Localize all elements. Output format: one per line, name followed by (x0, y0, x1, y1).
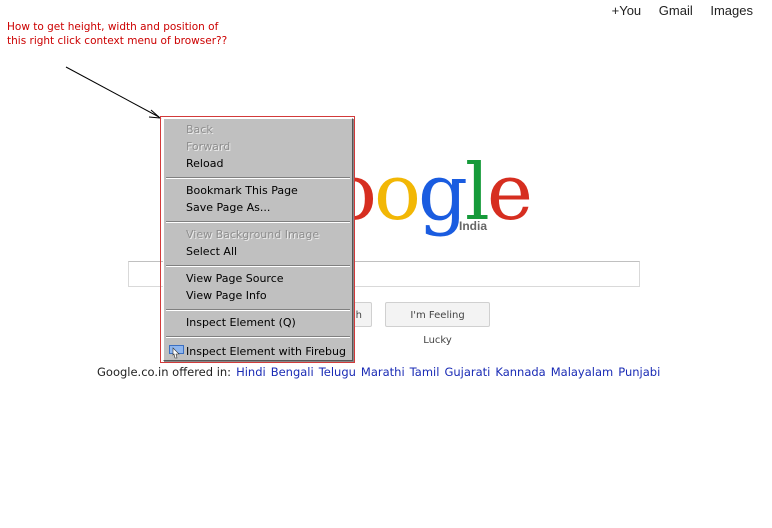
menu-item-page-info[interactable]: View Page Info (186, 288, 267, 304)
menu-item-view-background[interactable]: View Background Image (186, 227, 319, 243)
language-link-gujarati[interactable]: Gujarati (444, 365, 490, 379)
language-link-hindi[interactable]: Hindi (236, 365, 266, 379)
language-link-telugu[interactable]: Telugu (319, 365, 356, 379)
language-link-malayalam[interactable]: Malayalam (551, 365, 614, 379)
top-nav: +You Gmail Images (598, 3, 753, 18)
images-link[interactable]: Images (710, 3, 753, 18)
feeling-lucky-button[interactable]: I'm Feeling Lucky (385, 302, 490, 346)
language-link-tamil[interactable]: Tamil (410, 365, 440, 379)
gmail-link[interactable]: Gmail (659, 3, 693, 18)
menu-item-view-source[interactable]: View Page Source (186, 271, 284, 287)
menu-item-back[interactable]: Back (186, 122, 213, 138)
logo-letters: oogle (330, 148, 533, 238)
menu-item-inspect-firebug[interactable]: Inspect Element with Firebug (186, 344, 346, 360)
context-menu: Back Forward Reload Bookmark This Page S… (163, 118, 353, 361)
menu-item-reload[interactable]: Reload (186, 156, 223, 172)
menu-separator (166, 309, 350, 311)
annotation-line-2: this right click context menu of browser… (7, 35, 228, 47)
menu-item-select-all[interactable]: Select All (186, 244, 237, 260)
menu-item-save-page[interactable]: Save Page As... (186, 200, 270, 216)
menu-item-bookmark[interactable]: Bookmark This Page (186, 183, 298, 199)
language-link-marathi[interactable]: Marathi (361, 365, 405, 379)
plus-you-link[interactable]: +You (612, 3, 642, 18)
offered-in: Google.co.in offered in: Hindi Bengali Telu… (97, 365, 660, 379)
menu-separator (166, 221, 350, 223)
language-link-bengali[interactable]: Bengali (271, 365, 314, 379)
menu-separator (166, 265, 350, 267)
firebug-icon (169, 345, 184, 359)
logo-region: India (459, 219, 488, 233)
menu-item-forward[interactable]: Forward (186, 139, 230, 155)
offered-in-label: Google.co.in offered in: (97, 365, 232, 379)
language-link-kannada[interactable]: Kannada (495, 365, 545, 379)
google-logo: oogle India (330, 148, 533, 243)
annotation-text: How to get height, width and position of… (7, 20, 237, 48)
menu-separator (166, 177, 350, 179)
menu-item-inspect-element[interactable]: Inspect Element (Q) (186, 315, 296, 331)
annotation-line-1: How to get height, width and position of (7, 21, 219, 33)
menu-separator (166, 336, 350, 338)
language-link-punjabi[interactable]: Punjabi (618, 365, 660, 379)
